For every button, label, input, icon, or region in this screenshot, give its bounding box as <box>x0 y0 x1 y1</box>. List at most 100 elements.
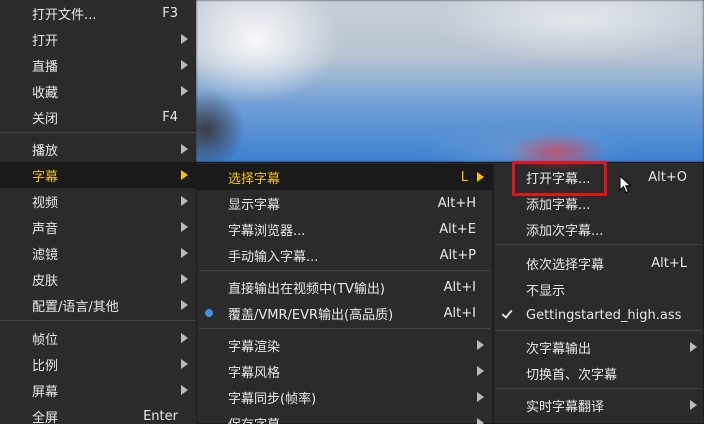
menu-item-label: 打开字幕... <box>526 171 591 187</box>
menu-item-skin[interactable]: 皮肤 <box>0 266 196 292</box>
menu-item-realtime-translate[interactable]: 实时字幕翻译 <box>494 392 703 418</box>
menu-item-ratio[interactable]: 比例 <box>0 351 196 377</box>
menu-item-label: 切换首、次字幕 <box>526 367 618 383</box>
menu-item-subtitle-file[interactable]: Gettingstarted_high.ass <box>494 302 703 328</box>
submenu-arrow-icon <box>181 170 188 180</box>
menu-item-frame[interactable]: 帧位 <box>0 325 196 351</box>
submenu-arrow-icon <box>181 222 188 232</box>
menu-item-label: 字幕风格 <box>228 365 281 381</box>
submenu-arrow-icon <box>181 274 188 284</box>
menu-item-tv-output[interactable]: 直接输出在视频中(TV输出) Alt+I <box>197 274 492 300</box>
main-context-menu: 打开文件... F3 打开 直播 收藏 关闭 F4 播放 字幕 视频 声音 滤镜… <box>0 0 196 424</box>
menu-item-audio[interactable]: 声音 <box>0 214 196 240</box>
menu-item-shortcut: Alt+E <box>439 221 476 237</box>
checkmark-icon <box>501 307 513 319</box>
submenu-arrow-icon <box>181 333 188 343</box>
menu-item-label: Gettingstarted_high.ass <box>526 307 682 323</box>
submenu-arrow-icon <box>181 359 188 369</box>
menu-item-config[interactable]: 配置/语言/其他 <box>0 292 196 318</box>
submenu-arrow-icon <box>477 172 484 182</box>
menu-item-subtitle-browser[interactable]: 字幕浏览器... Alt+E <box>197 216 492 242</box>
submenu-arrow-icon <box>181 34 188 44</box>
submenu-arrow-icon <box>690 400 697 410</box>
menu-item-hide-subtitle[interactable]: 不显示 <box>494 276 703 302</box>
menu-item-shortcut: F3 <box>162 5 178 21</box>
menu-item-label: 全屏 <box>32 410 59 424</box>
submenu-arrow-icon <box>181 196 188 206</box>
menu-item-label: 选择字幕 <box>228 171 281 187</box>
menu-separator <box>496 330 701 331</box>
menu-item-label: 打开文件... <box>32 7 97 23</box>
menu-item-label: 添加字幕... <box>526 197 591 213</box>
menu-item-label: 声音 <box>32 221 59 237</box>
menu-item-shortcut: Alt+I <box>443 305 476 321</box>
menu-item-favorites[interactable]: 收藏 <box>0 78 196 104</box>
submenu-arrow-icon <box>181 248 188 258</box>
menu-item-open-file[interactable]: 打开文件... F3 <box>0 0 196 26</box>
menu-item-label: 打开 <box>32 33 59 49</box>
submenu-arrow-icon <box>477 366 484 376</box>
menu-item-label: 实时字幕翻译 <box>526 399 605 415</box>
subtitle-submenu: 选择字幕 L 显示字幕 Alt+H 字幕浏览器... Alt+E 手动输入字幕.… <box>196 162 493 424</box>
menu-item-open-subtitle[interactable]: 打开字幕... Alt+O <box>494 164 703 190</box>
menu-item-save-subtitle[interactable]: 保存字幕 <box>197 410 492 424</box>
menu-item-secondary-output[interactable]: 次字幕输出 <box>494 334 703 360</box>
menu-item-label: 直接输出在视频中(TV输出) <box>228 281 385 297</box>
menu-item-shortcut: Enter <box>143 408 178 424</box>
menu-item-label: 比例 <box>32 358 59 374</box>
menu-item-label: 皮肤 <box>32 273 59 289</box>
menu-item-play[interactable]: 播放 <box>0 136 196 162</box>
menu-item-label: 次字幕输出 <box>526 341 592 357</box>
menu-item-fullscreen[interactable]: 全屏 Enter <box>0 403 196 424</box>
submenu-arrow-icon <box>477 418 484 424</box>
menu-item-swap-subtitles[interactable]: 切换首、次字幕 <box>494 360 703 386</box>
submenu-arrow-icon <box>181 300 188 310</box>
menu-item-shortcut: Alt+P <box>439 247 476 263</box>
menu-separator <box>0 132 196 133</box>
menu-item-shortcut: Alt+O <box>648 169 687 185</box>
menu-item-shortcut: Alt+L <box>651 255 687 271</box>
menu-item-subtitle-sync[interactable]: 字幕同步(帧率) <box>197 384 492 410</box>
menu-item-add-secondary-subtitle[interactable]: 添加次字幕... <box>494 216 703 242</box>
menu-item-add-subtitle[interactable]: 添加字幕... <box>494 190 703 216</box>
menu-item-subtitles[interactable]: 字幕 <box>0 162 196 188</box>
menu-item-label: 字幕同步(帧率) <box>228 391 317 407</box>
video-preview <box>196 0 704 162</box>
menu-item-label: 配置/语言/其他 <box>32 299 119 315</box>
menu-item-screen[interactable]: 屏幕 <box>0 377 196 403</box>
menu-item-label: 显示字幕 <box>228 197 281 213</box>
menu-item-label: 字幕渲染 <box>228 339 281 355</box>
menu-item-subtitle-style[interactable]: 字幕风格 <box>197 358 492 384</box>
submenu-arrow-icon <box>181 385 188 395</box>
submenu-arrow-icon <box>181 60 188 70</box>
menu-item-shortcut: L <box>460 169 468 185</box>
menu-item-label: 屏幕 <box>32 384 59 400</box>
menu-item-label: 字幕浏览器... <box>228 223 306 239</box>
menu-item-open[interactable]: 打开 <box>0 26 196 52</box>
radio-selected-icon <box>205 309 213 317</box>
menu-item-cycle-subtitle[interactable]: 依次选择字幕 Alt+L <box>494 250 703 276</box>
menu-item-shortcut: Alt+H <box>437 195 476 211</box>
menu-item-label: 帧位 <box>32 332 59 348</box>
menu-separator <box>496 388 701 389</box>
menu-item-video[interactable]: 视频 <box>0 188 196 214</box>
menu-item-subtitle-render[interactable]: 字幕渲染 <box>197 332 492 358</box>
menu-item-label: 字幕 <box>32 169 59 185</box>
submenu-arrow-icon <box>477 340 484 350</box>
menu-item-select-subtitle[interactable]: 选择字幕 L <box>197 164 492 190</box>
menu-item-label: 添加次字幕... <box>526 223 604 239</box>
menu-item-show-subtitle[interactable]: 显示字幕 Alt+H <box>197 190 492 216</box>
menu-item-close[interactable]: 关闭 F4 <box>0 104 196 130</box>
menu-item-overlay-output[interactable]: 覆盖/VMR/EVR输出(高品质) Alt+I <box>197 300 492 326</box>
menu-separator <box>199 270 490 271</box>
menu-item-label: 视频 <box>32 195 59 211</box>
menu-item-manual-input[interactable]: 手动输入字幕... Alt+P <box>197 242 492 268</box>
menu-item-filters[interactable]: 滤镜 <box>0 240 196 266</box>
menu-item-label: 关闭 <box>32 111 59 127</box>
menu-item-live[interactable]: 直播 <box>0 52 196 78</box>
menu-item-shortcut: Alt+I <box>443 279 476 295</box>
menu-item-label: 保存字幕 <box>228 414 280 424</box>
menu-item-label: 滤镜 <box>32 247 59 263</box>
menu-item-label: 收藏 <box>32 85 59 101</box>
menu-separator <box>0 320 196 321</box>
